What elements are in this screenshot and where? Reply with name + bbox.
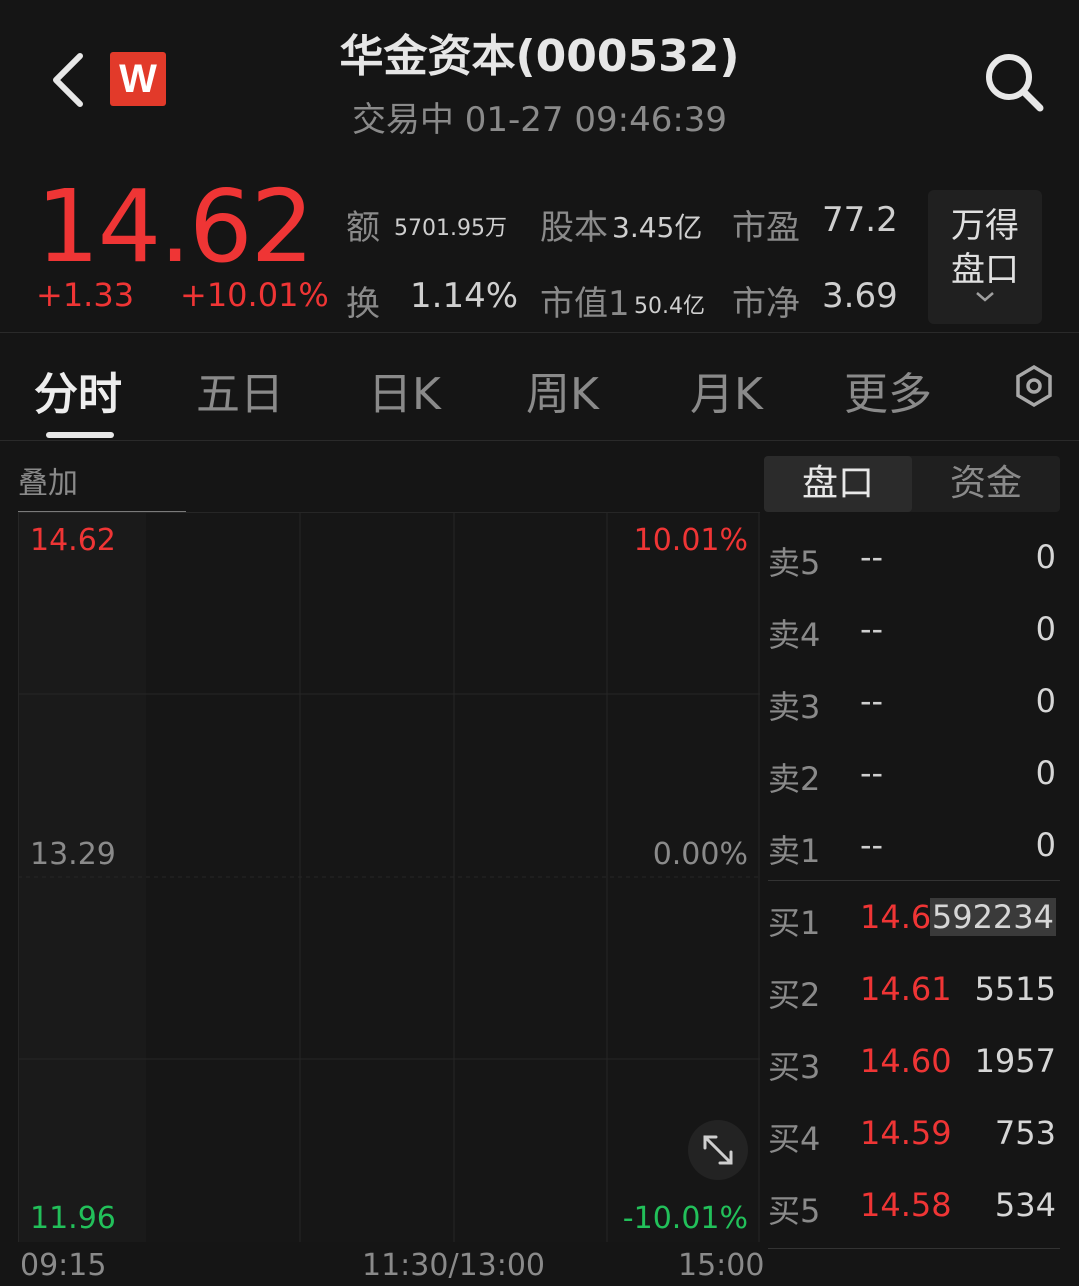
ask-price: -- bbox=[860, 682, 884, 720]
bid-price: 14.58 bbox=[860, 1186, 952, 1224]
x-axis-mid-label: 11:30/13:00 bbox=[362, 1248, 546, 1283]
pe-value: 77.2 bbox=[822, 200, 898, 240]
ask-price: -- bbox=[860, 826, 884, 864]
bid-label: 买3 bbox=[768, 1048, 821, 1086]
active-tab-indicator bbox=[46, 432, 114, 438]
shares-value: 3.45亿 bbox=[612, 211, 703, 244]
tab-five-day[interactable]: 五日 bbox=[196, 358, 284, 422]
wind-button-line1: 万得 bbox=[951, 206, 1019, 246]
bid-row: 买2 14.61 5515 bbox=[768, 970, 1056, 1018]
mktcap-value: 50.4亿 bbox=[634, 294, 705, 319]
bid-volume: 592234 bbox=[929, 898, 1056, 936]
ask-label: 卖5 bbox=[768, 544, 821, 582]
bid-row: 买3 14.60 1957 bbox=[768, 1042, 1056, 1090]
ask-label: 卖3 bbox=[768, 688, 821, 726]
expand-icon[interactable] bbox=[688, 1120, 748, 1180]
ask-row: 卖2 -- 0 bbox=[768, 754, 1056, 802]
bid-volume: 1957 bbox=[974, 1042, 1056, 1080]
pb-label: 市净 bbox=[732, 284, 800, 324]
ask-price: -- bbox=[860, 610, 884, 648]
bid-price: 14.60 bbox=[860, 1042, 952, 1080]
bid-label: 买5 bbox=[768, 1192, 821, 1230]
bid-row: 买1 14.62 592234 bbox=[768, 898, 1056, 946]
ask-label: 卖2 bbox=[768, 760, 821, 798]
ask-row: 卖4 -- 0 bbox=[768, 610, 1056, 658]
amount-label: 额 bbox=[346, 208, 380, 248]
book-divider bbox=[768, 1248, 1060, 1249]
pb-value: 3.69 bbox=[822, 276, 898, 316]
turnover-value: 1.14% bbox=[410, 276, 519, 316]
divider bbox=[0, 332, 1079, 333]
pct-axis-top-label: 10.01% bbox=[634, 523, 748, 558]
ask-volume: 0 bbox=[1035, 682, 1056, 720]
shares-label: 股本 bbox=[540, 208, 608, 248]
tab-weekly-k[interactable]: 周K bbox=[526, 358, 599, 422]
stock-title: 华金资本(000532) bbox=[339, 31, 740, 82]
price-change-percent: +10.01% bbox=[180, 276, 329, 314]
ask-volume: 0 bbox=[1035, 610, 1056, 648]
ask-volume: 0 bbox=[1035, 826, 1056, 864]
pe-label: 市盈 bbox=[732, 208, 800, 248]
book-divider bbox=[768, 880, 1060, 881]
intraday-chart[interactable]: 14.62 13.29 11.96 10.01% 0.00% -10.01% bbox=[18, 512, 760, 1242]
wind-pankou-button[interactable]: 万得 盘口 bbox=[928, 190, 1042, 324]
ask-volume: 0 bbox=[1035, 754, 1056, 792]
amount-value: 5701.95万 bbox=[394, 216, 507, 241]
settings-icon[interactable] bbox=[1012, 364, 1056, 408]
tab-monthly-k[interactable]: 月K bbox=[690, 358, 763, 422]
tab-daily-k[interactable]: 日K bbox=[368, 358, 441, 422]
pct-axis-mid-label: 0.00% bbox=[653, 837, 748, 872]
y-axis-top-label: 14.62 bbox=[30, 523, 116, 558]
bid-label: 买1 bbox=[768, 904, 821, 942]
bid-row: 买4 14.59 753 bbox=[768, 1114, 1056, 1162]
ask-volume: 0 bbox=[1035, 538, 1056, 576]
ask-label: 卖4 bbox=[768, 616, 821, 654]
bid-label: 买2 bbox=[768, 976, 821, 1014]
ask-row: 卖3 -- 0 bbox=[768, 682, 1056, 730]
wind-button-line2: 盘口 bbox=[951, 250, 1019, 290]
x-axis-start-label: 09:15 bbox=[20, 1248, 107, 1283]
bid-price: 14.61 bbox=[860, 970, 952, 1008]
divider bbox=[0, 440, 1079, 441]
price-change: +1.33 bbox=[36, 276, 135, 314]
tab-zijin[interactable]: 资金 bbox=[912, 456, 1060, 512]
bid-volume: 753 bbox=[994, 1114, 1056, 1152]
pct-axis-bottom-label: -10.01% bbox=[623, 1201, 748, 1236]
bid-row: 买5 14.58 534 bbox=[768, 1186, 1056, 1234]
tab-more[interactable]: 更多 bbox=[844, 358, 932, 422]
bid-label: 买4 bbox=[768, 1120, 821, 1158]
last-price: 14.62 bbox=[36, 168, 314, 285]
search-icon[interactable] bbox=[982, 50, 1046, 114]
turnover-label: 换 bbox=[346, 284, 380, 324]
overlay-button[interactable]: 叠加 bbox=[18, 458, 78, 502]
ask-row: 卖1 -- 0 bbox=[768, 826, 1056, 874]
ask-label: 卖1 bbox=[768, 832, 821, 870]
tab-fenshi[interactable]: 分时 bbox=[34, 358, 122, 422]
mktcap-label: 市值1 bbox=[540, 284, 630, 324]
ask-price: -- bbox=[860, 538, 884, 576]
bid-volume: 5515 bbox=[974, 970, 1056, 1008]
y-axis-bottom-label: 11.96 bbox=[30, 1201, 116, 1236]
bid-price: 14.59 bbox=[860, 1114, 952, 1152]
chevron-down-icon bbox=[976, 292, 994, 302]
ask-row: 卖5 -- 0 bbox=[768, 538, 1056, 586]
y-axis-mid-label: 13.29 bbox=[30, 837, 116, 872]
tab-pankou[interactable]: 盘口 bbox=[764, 456, 912, 512]
ask-price: -- bbox=[860, 754, 884, 792]
trading-status: 交易中 01-27 09:46:39 bbox=[351, 100, 728, 140]
x-axis-end-label: 15:00 bbox=[678, 1248, 765, 1283]
bid-volume: 534 bbox=[994, 1186, 1056, 1224]
